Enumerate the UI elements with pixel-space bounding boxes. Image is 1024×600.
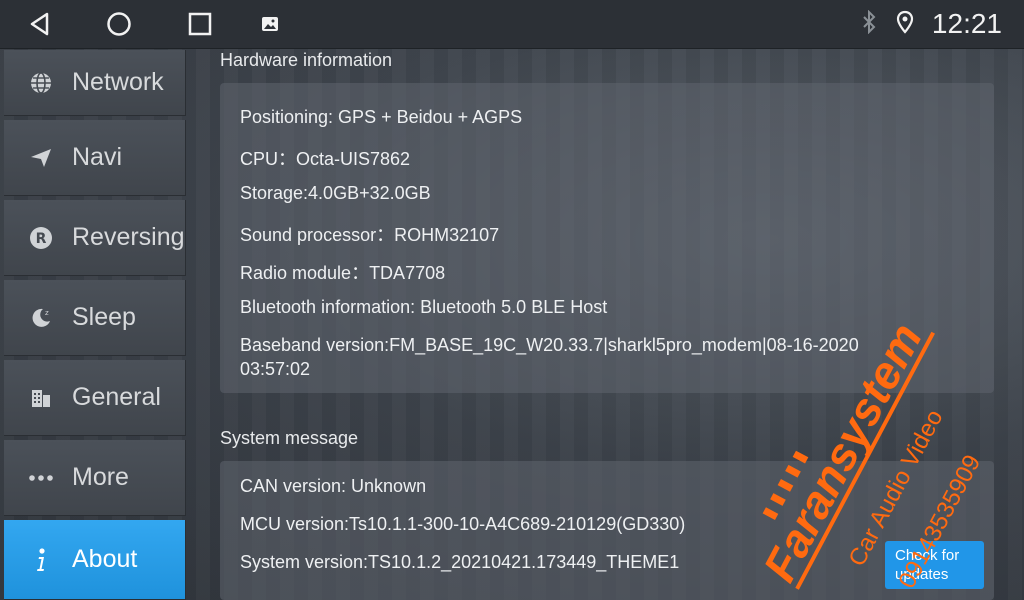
hardware-section-title: Hardware information (220, 50, 393, 70)
hardware-panel: Positioning: GPS + Beidou + AGPS CPU：Oct… (220, 83, 994, 393)
sidebar-item-label: Network (72, 68, 164, 96)
sidebar-item-sleep[interactable]: z Sleep (4, 280, 186, 356)
sidebar-item-label: Reversing (72, 223, 185, 251)
sidebar-item-label: More (72, 463, 129, 491)
sidebar-item-about[interactable]: About (4, 520, 186, 600)
svg-text:z: z (45, 309, 49, 317)
info-row-baseband: Baseband version:FM_BASE_19C_W20.33.7|sh… (240, 335, 859, 355)
clock: 12:21 (931, 8, 1002, 39)
info-row-storage: Storage:4.0GB+32.0GB (240, 183, 431, 203)
info-row-sound-processor: Sound processor：ROHM32107 (240, 225, 500, 245)
system-panel: CAN version: Unknown MCU version:Ts10.1.… (220, 461, 994, 600)
system-section-title: System message (220, 428, 359, 448)
building-icon (26, 383, 56, 413)
reverse-r-icon: R (26, 223, 56, 253)
info-row-system-version: System version:TS10.1.2_20210421.173449_… (240, 552, 680, 572)
back-icon[interactable] (24, 8, 56, 40)
sidebar-item-label: Navi (72, 143, 123, 171)
info-row-radio-module: Radio module：TDA7708 (240, 263, 446, 283)
sidebar-item-reversing[interactable]: R Reversing (4, 200, 186, 276)
sidebar-item-label: Sleep (72, 303, 136, 331)
moon-sleep-icon: z (26, 303, 56, 333)
svg-text:R: R (36, 231, 47, 247)
info-icon (26, 545, 56, 575)
globe-icon (26, 68, 56, 98)
sidebar-item-more[interactable]: More (4, 440, 186, 516)
check-button-label-line2: updates (895, 566, 949, 583)
info-row-can-version: CAN version: Unknown (240, 476, 427, 496)
status-bar: 12:21 (0, 0, 1024, 49)
location-icon (896, 10, 914, 38)
check-button-label-line1: Check for (895, 547, 960, 564)
info-row-mcu-version: MCU version:Ts10.1.1-300-10-A4C689-21012… (240, 514, 686, 534)
sidebar-item-network[interactable]: Network (4, 50, 186, 116)
sidebar-item-label: General (72, 383, 161, 411)
paper-plane-icon (26, 143, 56, 173)
check-for-updates-button[interactable]: Check for updates (885, 541, 984, 589)
info-row-baseband-cont: 03:57:02 (240, 359, 311, 379)
settings-sidebar: Network Navi R Reversing z Sleep General… (0, 50, 190, 600)
gallery-icon[interactable] (254, 8, 286, 40)
sidebar-item-navi[interactable]: Navi (4, 120, 186, 196)
info-row-bluetooth: Bluetooth information: Bluetooth 5.0 BLE… (240, 297, 608, 317)
bluetooth-icon (860, 9, 878, 38)
sidebar-item-general[interactable]: General (4, 360, 186, 436)
home-icon[interactable] (103, 8, 135, 40)
info-row-cpu: CPU：Octa-UIS7862 (240, 149, 411, 169)
info-row-positioning: Positioning: GPS + Beidou + AGPS (240, 107, 523, 127)
recents-icon[interactable] (184, 8, 216, 40)
sidebar-item-label: About (72, 545, 138, 573)
dots-icon (26, 463, 56, 493)
